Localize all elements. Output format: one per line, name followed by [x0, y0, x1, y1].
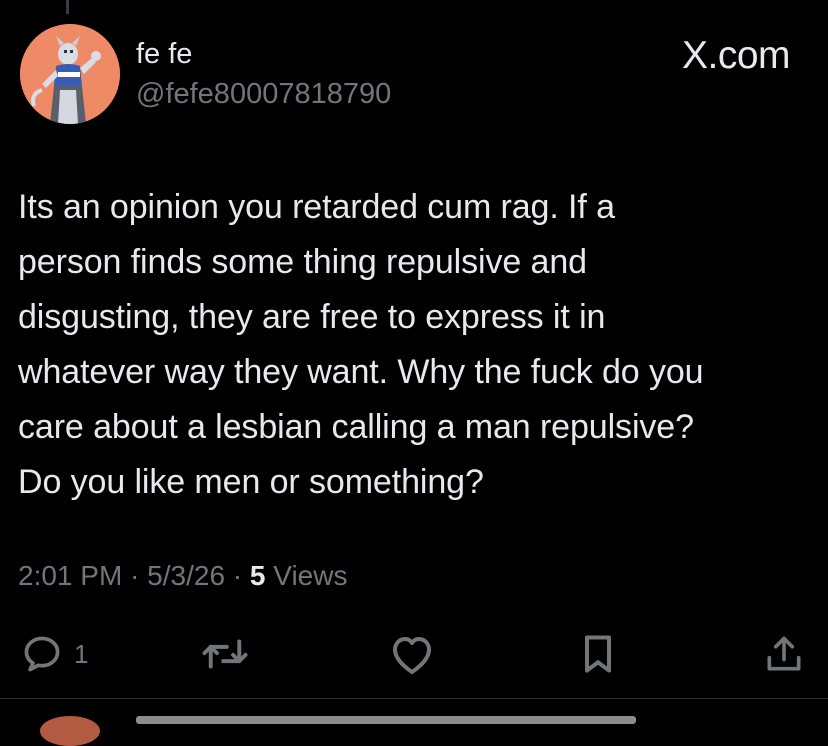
reply-count: 1	[74, 638, 89, 669]
reply-button[interactable]: 1	[20, 630, 88, 678]
meta-separator: ·	[122, 560, 148, 591]
heart-icon	[393, 637, 431, 674]
share-icon	[767, 636, 801, 671]
action-bar: 1	[0, 630, 828, 680]
next-tweet-avatar-peek	[40, 716, 100, 746]
tweet-time[interactable]: 2:01 PM	[18, 560, 122, 591]
bookmark-button[interactable]	[578, 630, 618, 678]
divider	[0, 698, 828, 699]
author-display-name[interactable]: fe fe	[136, 38, 192, 71]
share-button[interactable]	[762, 630, 806, 678]
tweet-meta: 2:01 PM · 5/3/26 · 5 Views	[18, 560, 347, 592]
retweet-icon	[202, 639, 248, 669]
tweet-date[interactable]: 5/3/26	[147, 560, 225, 591]
like-button[interactable]	[388, 630, 436, 678]
source-domain: .com	[707, 34, 790, 77]
bookmark-icon	[584, 635, 612, 673]
meta-separator: ·	[225, 560, 250, 591]
reply-icon	[24, 636, 60, 672]
views-count: 5	[249, 560, 266, 591]
views-label: Views	[265, 560, 348, 591]
avatar-illustration	[20, 24, 120, 124]
next-tweet-text-peek	[136, 716, 636, 724]
avatar[interactable]	[20, 24, 120, 124]
tweet-text: Its an opinion you retarded cum rag. If …	[18, 188, 704, 501]
thread-connector-line	[66, 0, 69, 14]
author-handle[interactable]: @fefe80007818790	[136, 78, 391, 111]
source-watermark: X.com	[681, 34, 791, 78]
x-logo-icon: X	[681, 34, 708, 77]
retweet-button[interactable]	[200, 630, 250, 678]
